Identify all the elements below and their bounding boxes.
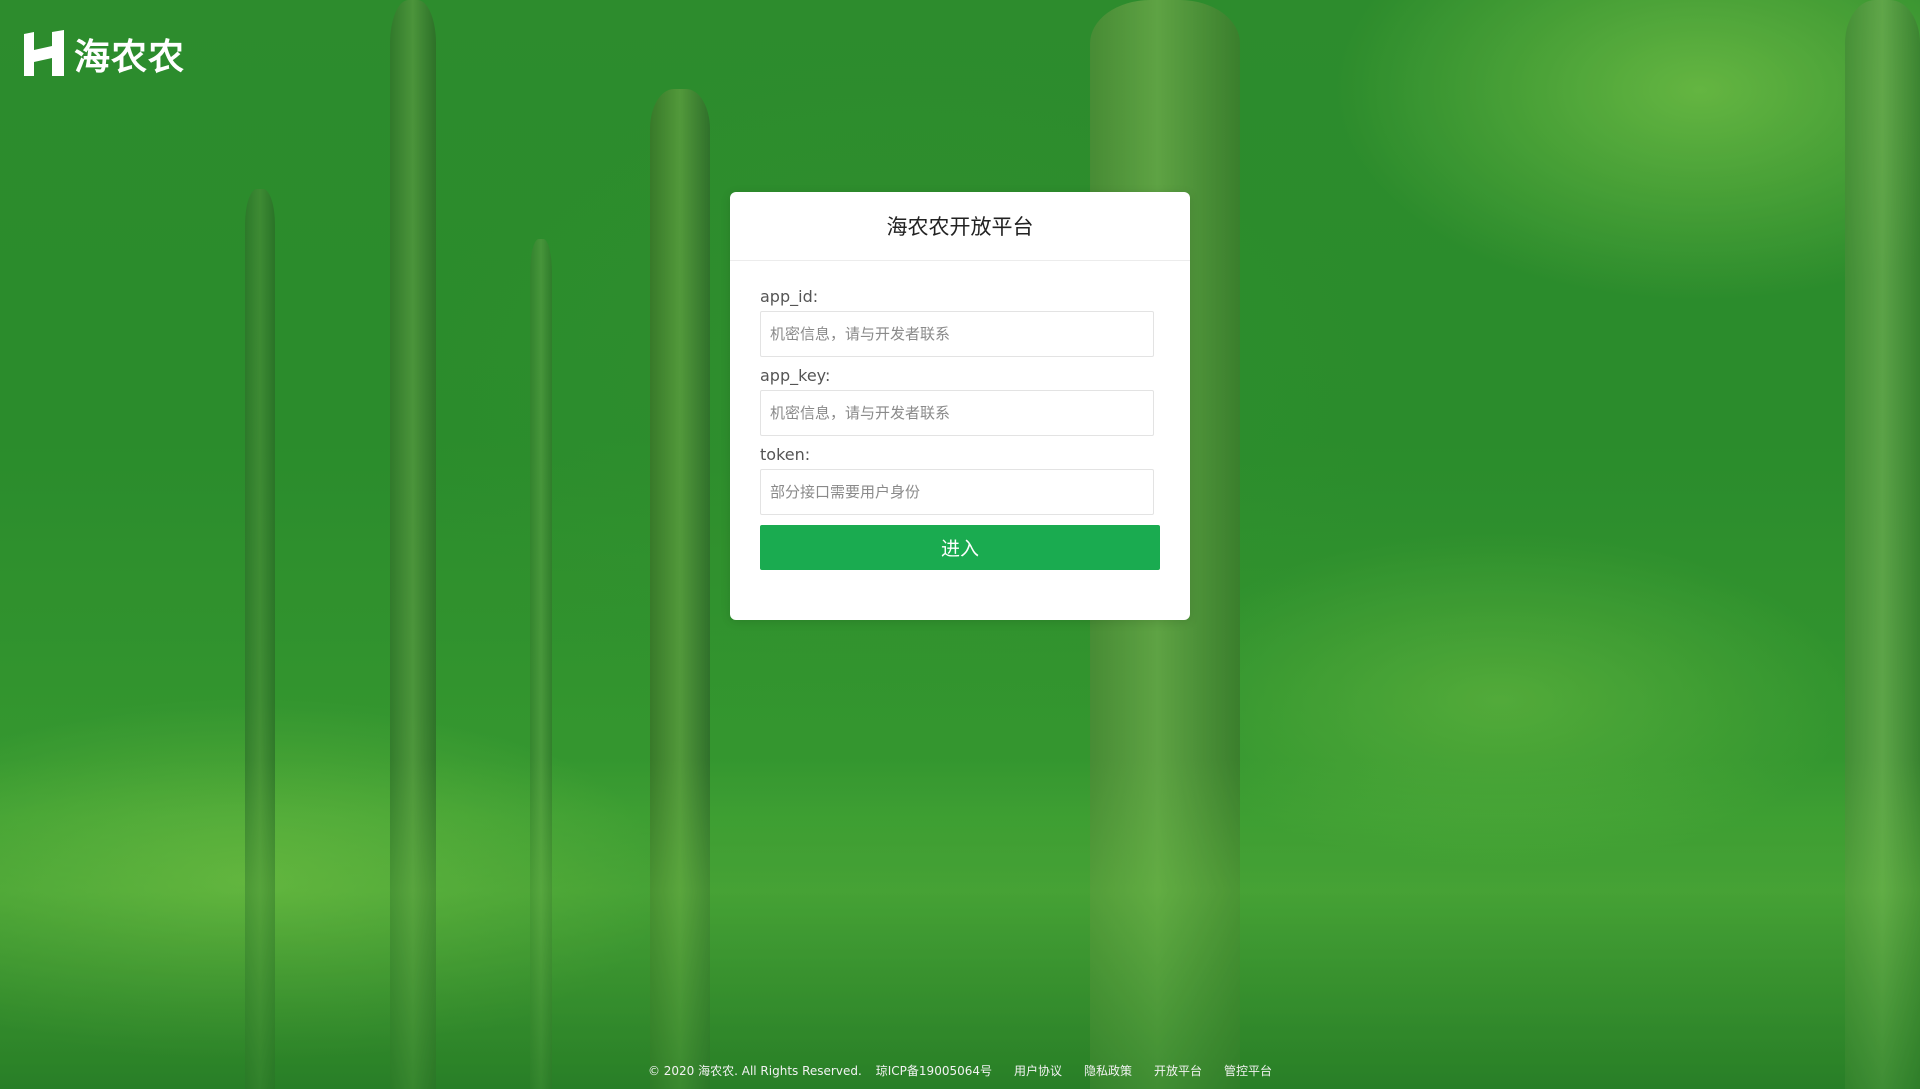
footer-link-privacy-policy[interactable]: 隐私政策 xyxy=(1084,1062,1132,1079)
footer: © 2020 海农农. All Rights Reserved. 琼ICP备19… xyxy=(0,1062,1920,1079)
app-id-label: app_id: xyxy=(760,287,819,306)
app-key-input[interactable] xyxy=(760,390,1154,436)
brand-logo: 海农农 xyxy=(22,28,185,80)
app-id-input[interactable] xyxy=(760,311,1154,357)
login-form: app_id: app_key: token: 进入 xyxy=(730,261,1190,570)
icp-link[interactable]: 琼ICP备19005064号 xyxy=(876,1062,992,1079)
login-page: 海农农 海农农开放平台 app_id: app_key: token: 进入 ©… xyxy=(0,0,1920,1089)
brand-name: 海农农 xyxy=(74,37,186,78)
footer-link-open-platform[interactable]: 开放平台 xyxy=(1154,1062,1202,1079)
token-label: token: xyxy=(760,445,811,464)
login-card: 海农农开放平台 app_id: app_key: token: 进入 xyxy=(730,192,1190,620)
h-logo-icon xyxy=(24,30,64,76)
login-title: 海农农开放平台 xyxy=(886,215,1034,239)
login-card-header: 海农农开放平台 xyxy=(730,192,1190,261)
footer-link-control-platform[interactable]: 管控平台 xyxy=(1224,1062,1272,1079)
app-key-label: app_key: xyxy=(760,366,831,385)
copyright-text: © 2020 海农农. All Rights Reserved. xyxy=(647,1064,862,1078)
token-input[interactable] xyxy=(760,469,1154,515)
enter-button[interactable]: 进入 xyxy=(760,525,1160,570)
footer-link-user-agreement[interactable]: 用户协议 xyxy=(1014,1062,1062,1079)
